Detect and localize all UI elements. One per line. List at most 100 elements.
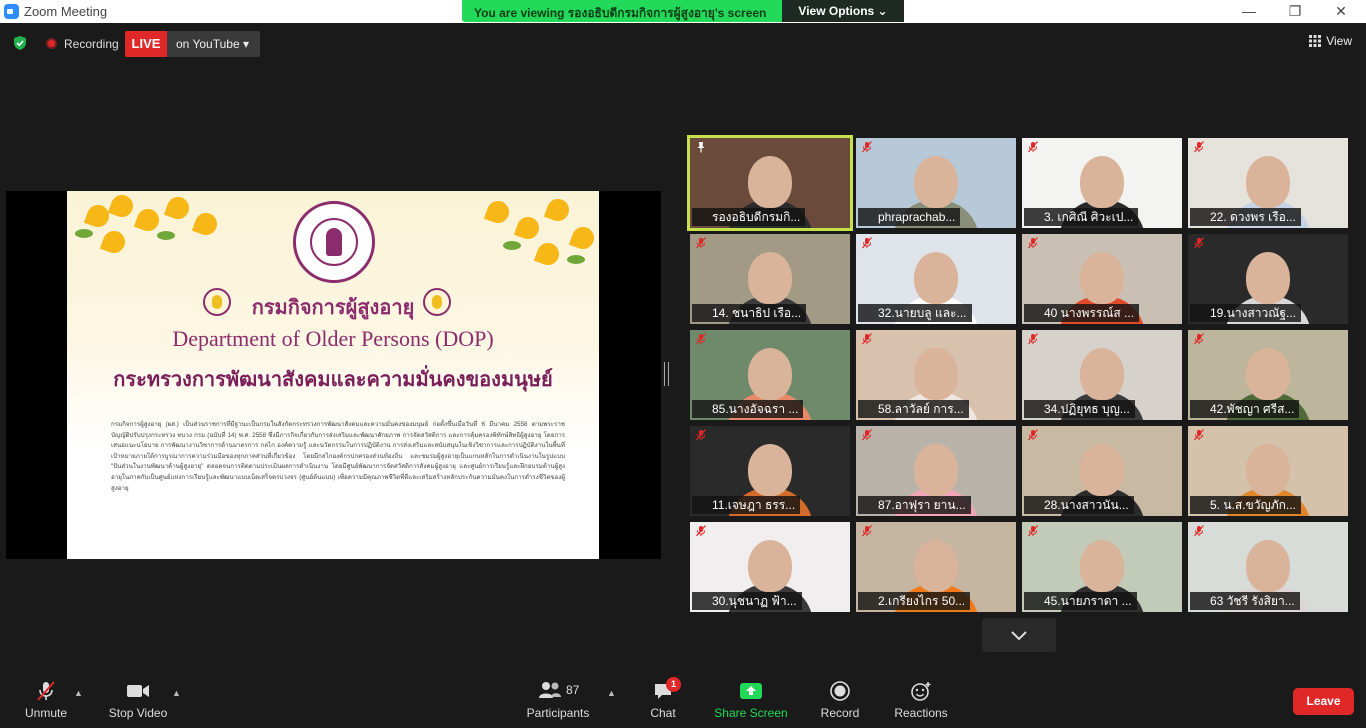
participant-name-label: 45.นายภราดา ... <box>1024 592 1137 610</box>
record-icon <box>830 681 850 701</box>
microphone-muted-icon <box>1028 237 1038 249</box>
participant-video-tile[interactable]: 58.ลาวัลย์ การ... <box>856 330 1016 420</box>
participant-video-tile[interactable]: 32.นายบลู และ... <box>856 234 1016 324</box>
reactions-smiley-icon <box>911 682 931 701</box>
flower-decoration-icon <box>133 205 163 235</box>
participant-name-label: 2.เกรียงไกร 50... <box>858 592 971 610</box>
participant-video-tile[interactable]: 22. ดวงพร เรือ... <box>1188 138 1348 228</box>
panel-resize-handle[interactable] <box>664 362 669 386</box>
participant-name-label: 14. ชนาธิป เรือ... <box>692 304 807 322</box>
encryption-shield-icon[interactable] <box>12 35 28 51</box>
view-options-button[interactable]: View Options ⌄ <box>782 0 904 22</box>
participant-face <box>1246 156 1290 208</box>
participant-video-tile[interactable]: 87.อาฟุรา ยาน... <box>856 426 1016 516</box>
participant-face <box>748 540 792 592</box>
microphone-muted-icon <box>696 333 706 345</box>
microphone-muted-icon <box>1194 525 1204 537</box>
participants-button[interactable]: 87 Participants <box>525 680 591 720</box>
reactions-button[interactable]: Reactions <box>892 680 950 720</box>
participant-name-label: 3. เกศิณี ศิวะเป... <box>1024 208 1139 226</box>
participant-name-label: 22. ดวงพร เรือ... <box>1190 208 1301 226</box>
microphone-muted-icon <box>862 525 872 537</box>
participant-face <box>748 348 792 400</box>
gallery-next-page-button[interactable] <box>982 618 1056 652</box>
close-button[interactable]: ✕ <box>1318 0 1364 23</box>
department-seal-logo <box>293 201 375 283</box>
stop-video-button[interactable]: Stop Video <box>104 680 172 720</box>
stop-video-label: Stop Video <box>108 706 168 720</box>
minimize-button[interactable]: — <box>1226 0 1272 23</box>
participant-video-tile[interactable]: 2.เกรียงไกร 50... <box>856 522 1016 612</box>
view-label: View <box>1326 34 1352 48</box>
participant-face <box>748 156 792 208</box>
video-options-caret[interactable]: ▲ <box>172 688 181 698</box>
audio-options-caret[interactable]: ▲ <box>74 688 83 698</box>
microphone-muted-icon <box>1028 429 1038 441</box>
leaf-decoration-icon <box>567 255 585 264</box>
participant-face <box>1080 348 1124 400</box>
shared-screen[interactable]: กรมกิจการผู้สูงอายุ Department of Older … <box>6 191 661 559</box>
view-button[interactable]: View <box>1309 34 1352 48</box>
participant-video-tile[interactable]: 14. ชนาธิป เรือ... <box>690 234 850 324</box>
participant-name-label: 19.นางสาวณัฐ... <box>1190 304 1302 322</box>
participant-video-tile[interactable]: 11.เจษฎา ธรร... <box>690 426 850 516</box>
chat-label: Chat <box>650 706 676 720</box>
flower-decoration-icon <box>99 227 129 257</box>
window-title: Zoom Meeting <box>24 4 108 19</box>
microphone-muted-icon <box>1194 141 1204 153</box>
participant-name-label: 34.ปฏิยุทธ บุญ... <box>1024 400 1135 418</box>
chevron-down-icon <box>1011 631 1027 641</box>
participant-video-tile[interactable]: 34.ปฏิยุทธ บุญ... <box>1022 330 1182 420</box>
participant-video-tile[interactable]: 42.พัชญา ศรีส... <box>1188 330 1348 420</box>
restore-button[interactable]: ❐ <box>1272 0 1318 23</box>
participant-face <box>1246 540 1290 592</box>
screen-share-banner: You are viewing รองอธิบดีกรมกิจการผู้สูง… <box>462 0 904 22</box>
record-button[interactable]: Record <box>818 680 862 720</box>
microphone-muted-icon <box>696 429 706 441</box>
participant-face <box>914 444 958 496</box>
participant-name-label: 58.ลาวัลย์ การ... <box>858 400 969 418</box>
participant-video-tile[interactable]: 28.นางสาวนัน... <box>1022 426 1182 516</box>
participant-face <box>1246 252 1290 304</box>
flower-decoration-icon <box>533 239 563 269</box>
chat-unread-badge: 1 <box>666 677 681 692</box>
microphone-muted-icon <box>1194 429 1204 441</box>
flower-decoration-icon <box>163 193 193 223</box>
participant-face <box>1080 252 1124 304</box>
leaf-decoration-icon <box>75 229 93 238</box>
participants-options-caret[interactable]: ▲ <box>607 688 616 698</box>
participant-name-label: 42.พัชญา ศรีส... <box>1190 400 1300 418</box>
participants-label: Participants <box>526 706 590 720</box>
participant-video-tile[interactable]: รองอธิบดีกรมกิ... <box>687 135 853 231</box>
participant-video-tile[interactable]: 19.นางสาวณัฐ... <box>1188 234 1348 324</box>
flower-decoration-icon <box>513 213 543 243</box>
microphone-muted-icon <box>696 525 706 537</box>
microphone-muted-icon <box>862 141 872 153</box>
live-stream-youtube-button[interactable]: on YouTube ▾ <box>167 31 260 57</box>
zoom-meeting-window: Zoom Meeting — ❐ ✕ You are viewing รองอธ… <box>0 0 1366 728</box>
grid-view-icon <box>1309 35 1322 47</box>
unmute-label: Unmute <box>24 706 68 720</box>
participant-video-tile[interactable]: 3. เกศิณี ศิวะเป... <box>1022 138 1182 228</box>
participant-video-tile[interactable]: 45.นายภราดา ... <box>1022 522 1182 612</box>
video-camera-icon <box>127 685 149 697</box>
participant-name-label: phraprachab... <box>858 208 961 226</box>
participant-video-tile[interactable]: 63 วัชรี รังสิยา... <box>1188 522 1348 612</box>
participant-video-tile[interactable]: 40 นางพรรณ์ส ... <box>1022 234 1182 324</box>
participant-video-tile[interactable]: 85.นางอัจฉรา ... <box>690 330 850 420</box>
participant-video-tile[interactable]: 30.นุชนาฏ ฟ้า... <box>690 522 850 612</box>
leave-button[interactable]: Leave <box>1293 688 1354 715</box>
share-screen-button[interactable]: Share Screen <box>712 680 790 720</box>
participant-video-tile[interactable]: 5. น.ส.ขวัญภัก... <box>1188 426 1348 516</box>
participant-face <box>1246 348 1290 400</box>
participant-video-tile[interactable]: phraprachab... <box>856 138 1016 228</box>
leaf-decoration-icon <box>157 231 175 240</box>
unmute-button[interactable]: Unmute <box>20 680 72 720</box>
recording-label[interactable]: Recording <box>64 37 119 51</box>
presentation-slide: กรมกิจการผู้สูงอายุ Department of Older … <box>67 191 599 559</box>
pin-icon <box>697 142 705 153</box>
participants-count: 87 <box>565 683 580 697</box>
microphone-muted-icon <box>1194 237 1204 249</box>
slide-title-english: Department of Older Persons (DOP) <box>172 326 494 351</box>
microphone-muted-icon <box>862 237 872 249</box>
